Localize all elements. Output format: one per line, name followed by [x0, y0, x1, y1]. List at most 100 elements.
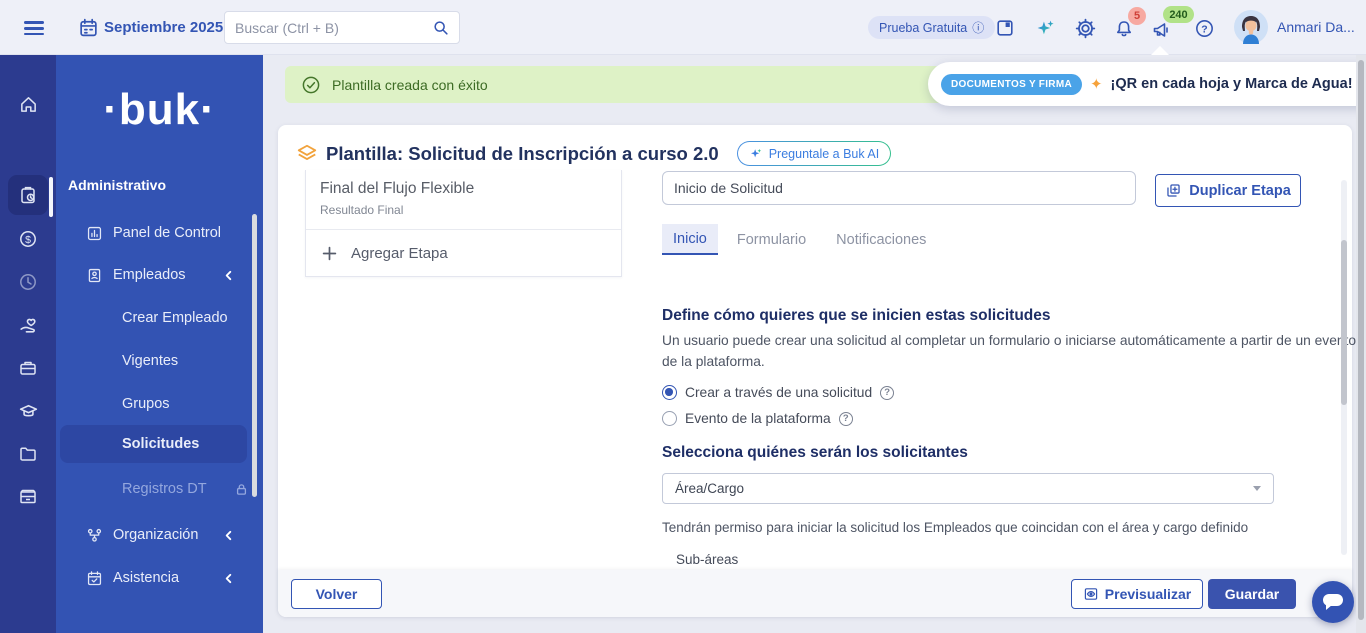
- sidebar-item-crear-empleado[interactable]: Crear Empleado: [60, 306, 248, 330]
- sidebar-item-label: Asistencia: [113, 570, 180, 586]
- layers-icon: [296, 143, 318, 165]
- radio-option-label: Crear a través de una solicitud: [685, 385, 873, 400]
- sidebar-item-label: Solicitudes: [122, 436, 200, 452]
- plus-icon: [322, 246, 337, 261]
- calendar-check-icon: [86, 570, 103, 587]
- rail-active-indicator: [49, 177, 53, 217]
- rail-recruitment-button[interactable]: [8, 348, 48, 388]
- radio-selected-icon[interactable]: [662, 385, 677, 400]
- sidebar-item-label: Organización: [113, 527, 199, 543]
- sidebar-item-registros-dt[interactable]: Registros DT: [60, 477, 248, 501]
- stage-item-final[interactable]: Final del Flujo Flexible Resultado Final: [306, 170, 621, 230]
- hand-heart-icon: [18, 315, 39, 336]
- sidebar-item-organizacion[interactable]: Organización: [60, 523, 248, 547]
- calendar-icon[interactable]: [78, 17, 99, 38]
- announcement-count-badge[interactable]: 240: [1163, 6, 1194, 23]
- card-footer: Volver Previsualizar Guardar: [278, 570, 1352, 617]
- rail-documents-button[interactable]: [8, 434, 48, 474]
- ask-buk-ai-label: Preguntale a Buk AI: [768, 146, 880, 161]
- question-icon[interactable]: ?: [880, 385, 895, 400]
- stage-name-input[interactable]: [662, 171, 1136, 205]
- rail-time-button[interactable]: [8, 262, 48, 302]
- stage-tabs: Inicio Formulario Notificaciones: [662, 224, 937, 255]
- lock-icon: [235, 483, 248, 496]
- search-icon[interactable]: [432, 19, 450, 37]
- sparkles-icon: [1035, 18, 1057, 39]
- duplicate-stage-button[interactable]: Duplicar Etapa: [1155, 174, 1301, 207]
- rail-benefits-button[interactable]: [8, 305, 48, 345]
- sidebar-item-grupos[interactable]: Grupos: [60, 392, 248, 416]
- ai-assistant-button[interactable]: [1035, 17, 1057, 39]
- chat-bubble-icon: [1323, 594, 1343, 610]
- back-button-label: Volver: [315, 586, 358, 602]
- sidebar-item-label: Grupos: [122, 396, 170, 412]
- trial-badge[interactable]: Prueba Gratuita ⓘ: [868, 16, 996, 39]
- archive-desk-icon: [18, 487, 38, 507]
- avatar[interactable]: [1234, 10, 1268, 44]
- tab-inicio[interactable]: Inicio: [662, 224, 718, 255]
- toast-message: ¡QR en cada hoja y Marca de Agua! Más se…: [1110, 76, 1366, 92]
- stage-item-subtitle: Resultado Final: [320, 203, 404, 217]
- editor-scrollbar-thumb[interactable]: [1341, 240, 1347, 405]
- add-stage-button[interactable]: Agregar Etapa: [306, 230, 621, 276]
- sidebar-scrollbar[interactable]: [252, 214, 257, 497]
- back-button[interactable]: Volver: [291, 579, 382, 609]
- hamburger-menu-icon[interactable]: [24, 18, 44, 36]
- tab-formulario[interactable]: Formulario: [726, 224, 817, 255]
- section-title-start: Define cómo quieres que se inicien estas…: [662, 307, 1051, 324]
- chevron-left-icon: [223, 270, 234, 281]
- search-input[interactable]: [235, 12, 430, 43]
- preview-button[interactable]: Previsualizar: [1071, 579, 1203, 609]
- save-shortcut-button[interactable]: [995, 17, 1017, 39]
- duplicate-icon: [1165, 182, 1182, 199]
- sidebar-item-label: Panel de Control: [113, 225, 222, 241]
- sparkle-icon: ✦: [1089, 76, 1103, 93]
- rail-training-button[interactable]: [8, 391, 48, 431]
- chat-support-button[interactable]: [1312, 581, 1354, 623]
- page-scrollbar-thumb[interactable]: [1358, 60, 1364, 620]
- megaphone-icon: [1151, 20, 1173, 40]
- save-button-label: Guardar: [1224, 586, 1280, 602]
- sidebar-item-panel-de-control[interactable]: Panel de Control: [60, 221, 248, 245]
- rail-assets-button[interactable]: [8, 477, 48, 517]
- radio-unselected-icon[interactable]: [662, 411, 677, 426]
- requester-type-value: Área/Cargo: [675, 481, 745, 496]
- rail-requests-button[interactable]: [8, 175, 48, 215]
- dollar-circle-icon: $: [18, 229, 38, 249]
- ask-buk-ai-button[interactable]: Preguntale a Buk AI: [737, 141, 892, 166]
- sidebar-item-empleados[interactable]: Empleados: [60, 263, 248, 287]
- ai-sparkle-icon: [749, 147, 763, 161]
- rail-home-button[interactable]: [8, 84, 48, 124]
- org-chart-icon: [86, 527, 103, 544]
- page-scrollbar-track[interactable]: [1356, 55, 1366, 633]
- help-button[interactable]: ?: [1194, 17, 1216, 39]
- id-badge-icon: [86, 267, 103, 284]
- chevron-left-icon: [223, 573, 234, 584]
- sidebar-item-asistencia[interactable]: Asistencia: [60, 566, 248, 590]
- caret-down-icon: [1253, 486, 1261, 491]
- success-alert-message: Plantilla creada con éxito: [332, 76, 488, 93]
- sidebar-item-solicitudes[interactable]: Solicitudes: [60, 432, 248, 456]
- radio-option-solicitud[interactable]: Crear a través de una solicitud ?: [662, 385, 895, 400]
- folder-icon: [18, 444, 38, 464]
- sidebar-item-vigentes[interactable]: Vigentes: [60, 349, 248, 373]
- announcement-toast[interactable]: DOCUMENTOS Y FIRMA ✦ ¡QR en cada hoja y …: [928, 62, 1366, 106]
- requester-type-select[interactable]: Área/Cargo: [662, 473, 1274, 504]
- question-icon[interactable]: ?: [838, 411, 853, 426]
- sidebar: ·buk· Administrativo Panel de Control Em…: [56, 55, 263, 633]
- rail-payroll-button[interactable]: $: [8, 219, 48, 259]
- user-name[interactable]: Anmari Da...: [1277, 19, 1355, 35]
- subareas-label: Sub-áreas: [676, 552, 739, 567]
- save-button[interactable]: Guardar: [1208, 579, 1296, 609]
- chevron-left-icon: [223, 530, 234, 541]
- help-icon: ?: [1194, 18, 1216, 39]
- tab-notificaciones[interactable]: Notificaciones: [825, 224, 937, 255]
- radio-option-evento[interactable]: Evento de la plataforma ?: [662, 411, 853, 426]
- preview-button-label: Previsualizar: [1104, 586, 1192, 602]
- template-card: Plantilla: Solicitud de Inscripción a cu…: [278, 125, 1356, 617]
- radio-option-label: Evento de la plataforma: [685, 411, 831, 426]
- save-icon: [995, 18, 1017, 38]
- notification-count-badge[interactable]: 5: [1128, 7, 1146, 25]
- settings-button[interactable]: [1075, 17, 1097, 39]
- period-label[interactable]: Septiembre 2025: [104, 19, 223, 36]
